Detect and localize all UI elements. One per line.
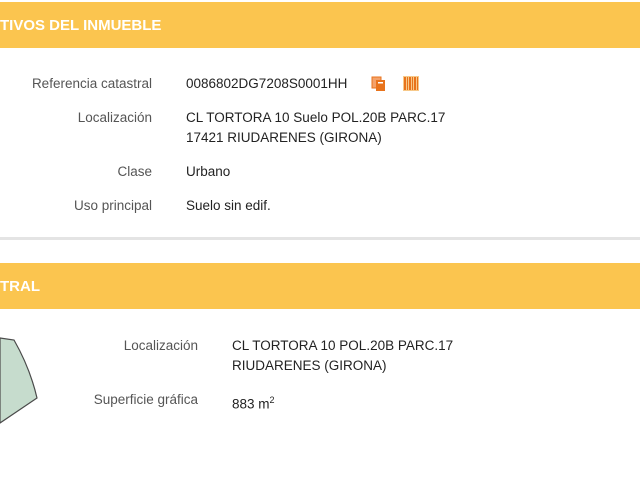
field-value-graphic-surface: 883 m2 [232, 390, 275, 415]
field-value-parcel-location-line2: RIUDARENES (GIRONA) [232, 358, 387, 373]
parcel-map[interactable] [0, 318, 60, 428]
field-value-parcel-location-line1: CL TORTORA 10 POL.20B PARC.17 [232, 338, 454, 353]
section-title: TIVOS DEL INMUEBLE [0, 16, 162, 34]
field-label-location: Localización [77, 110, 152, 125]
field-value-class: Urbano [186, 164, 231, 179]
surface-unit-exponent: 2 [269, 395, 275, 405]
field-value-location-line2: 17421 RIUDARENES (GIRONA) [186, 130, 382, 145]
section-title: TRAL [0, 277, 40, 295]
field-value-location-line1: CL TORTORA 10 Suelo POL.20B PARC.17 [186, 110, 446, 125]
field-value-cadastral-reference: 0086802DG7208S0001HH [186, 76, 348, 91]
field-label-parcel-location: Localización [123, 338, 198, 353]
barcode-icon[interactable] [403, 76, 419, 96]
field-label-main-use: Uso principal [73, 198, 152, 213]
field-value-main-use: Suelo sin edif. [186, 198, 271, 213]
section-header-descriptive-data: TIVOS DEL INMUEBLE [0, 2, 640, 48]
field-label-graphic-surface: Superficie gráfica [93, 392, 198, 407]
section-header-cadastral-parcel: TRAL [0, 263, 640, 309]
field-label-class: Clase [117, 164, 152, 179]
surface-value: 883 m [232, 396, 270, 412]
copy-icon[interactable] [371, 76, 387, 97]
panel-divider [0, 237, 640, 240]
field-label-cadastral-reference: Referencia catastral [31, 76, 152, 91]
